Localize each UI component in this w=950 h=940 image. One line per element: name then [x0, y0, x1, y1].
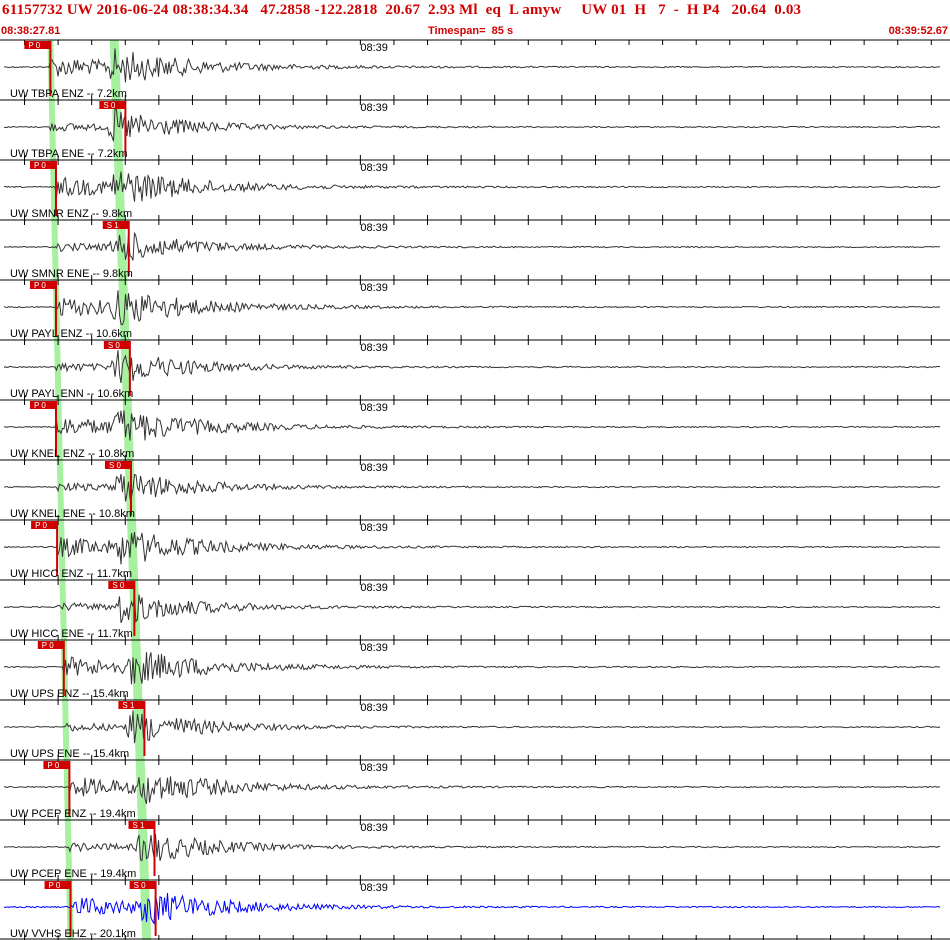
trace-label: UW TBPA ENZ -- 7.2km: [10, 88, 127, 100]
trace-label: UW PAYL ENN -- 10.6km: [10, 388, 133, 400]
s-pick-label: S 1: [132, 821, 145, 830]
waveform-trace[interactable]: [3, 652, 941, 685]
p-pick-label: P 0: [34, 161, 46, 170]
minute-label: 08:39: [360, 822, 388, 834]
minute-label: 08:39: [360, 462, 388, 474]
waveform-trace[interactable]: [3, 410, 941, 441]
p-pick-label: P 0: [28, 41, 40, 50]
minute-label: 08:39: [360, 882, 388, 894]
trace-label: UW PCEP ENE -- 19.4km: [10, 868, 136, 880]
minute-label: 08:39: [360, 42, 388, 54]
s-pick-label: S 0: [108, 341, 121, 350]
waveform-trace[interactable]: [3, 290, 941, 326]
minute-label: 08:39: [360, 162, 388, 174]
s-pick-label: S 0: [103, 101, 116, 110]
p-pick-label: P 0: [34, 281, 46, 290]
s-pick-label: S 0: [112, 581, 125, 590]
s-pick-label: S 0: [109, 461, 122, 470]
minute-label: 08:39: [360, 222, 388, 234]
waveform-trace[interactable]: [3, 232, 941, 261]
minute-label: 08:39: [360, 282, 388, 294]
seismogram-panel[interactable]: 08:39 P 0 UW TBPA ENZ -- 7.2km 08:39 S 0 UW T…: [0, 0, 950, 940]
minute-label: 08:39: [360, 102, 388, 114]
minute-label: 08:39: [360, 402, 388, 414]
trace-label: UW VVHS EHZ -- 20.1km: [10, 928, 136, 940]
waveform-trace[interactable]: [3, 594, 941, 624]
trace-label: UW PCEP ENZ -- 19.4km: [10, 808, 136, 820]
p-pick-label: P 0: [34, 401, 46, 410]
waveform-trace[interactable]: [3, 350, 941, 384]
waveform-trace[interactable]: [3, 171, 940, 202]
s-pick-label: S 0: [134, 881, 147, 890]
trace-label: UW SMNR ENE -- 9.8km: [10, 268, 133, 280]
waveform-trace[interactable]: [3, 531, 941, 565]
minute-label: 08:39: [360, 642, 388, 654]
s-pick-label: S 1: [107, 221, 120, 230]
minute-label: 08:39: [360, 582, 388, 594]
trace-label: UW HICC ENZ -- 11.7km: [10, 568, 132, 580]
waveform-trace[interactable]: [3, 473, 941, 502]
trace-label: UW KNEL ENZ -- 10.8km: [10, 448, 134, 460]
p-pick-label: P 0: [35, 521, 47, 530]
trace-label: UW UPS ENZ -- 15.4km: [10, 688, 129, 700]
trace-label: UW HICC ENE -- 11.7km: [10, 628, 133, 640]
trace-label: UW UPS ENE -- 15.4km: [10, 748, 129, 760]
trace-label: UW TBPA ENE -- 7.2km: [10, 148, 128, 160]
p-pick-label: P 0: [49, 881, 61, 890]
minute-label: 08:39: [360, 762, 388, 774]
minute-label: 08:39: [360, 702, 388, 714]
waveform-trace[interactable]: [3, 109, 941, 142]
p-pick-label: P 0: [42, 641, 54, 650]
trace-label: UW KNEL ENE -- 10.8km: [10, 508, 135, 520]
minute-label: 08:39: [360, 522, 388, 534]
minute-label: 08:39: [360, 342, 388, 354]
s-pick-label: S 1: [122, 701, 135, 710]
waveform-trace[interactable]: [3, 48, 941, 83]
p-pick-label: P 0: [47, 761, 59, 770]
trace-label: UW PAYL ENZ -- 10.6km: [10, 328, 132, 340]
trace-label: UW SMNR ENZ -- 9.8km: [10, 208, 132, 220]
